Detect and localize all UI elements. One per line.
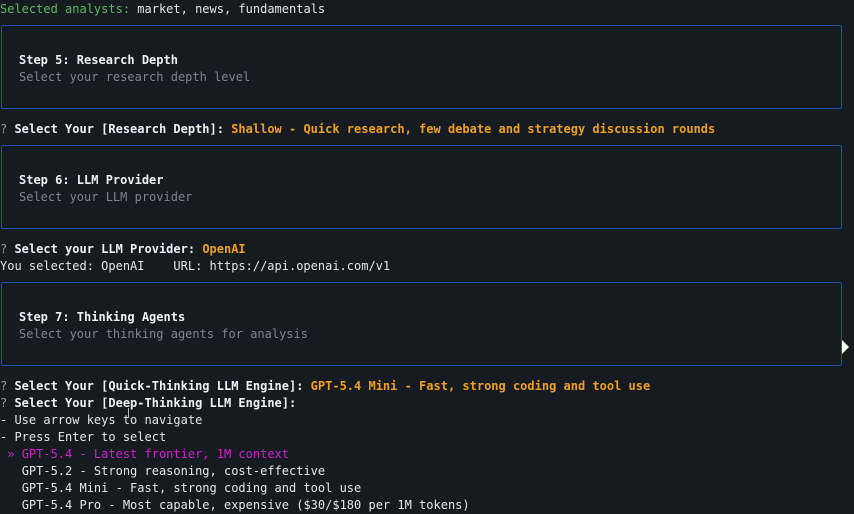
mouse-pointer-icon <box>842 340 849 354</box>
engine-option-label: GPT-5.2 - Strong reasoning, cost-effecti… <box>21 464 326 478</box>
deep-thinking-question: ? Select Your [Deep-Thinking LLM Engine]… <box>0 395 296 412</box>
option-indent <box>0 481 22 495</box>
llm-provider-question: ? Select your LLM Provider: OpenAI <box>0 241 246 258</box>
research-depth-question: ? Select Your [Research Depth]: Shallow … <box>0 121 715 138</box>
llm-provider-label: Select your LLM Provider: <box>7 242 203 256</box>
research-depth-answer: Shallow - Quick research, few debate and… <box>231 122 716 136</box>
step7-subtitle: Select your thinking agents for analysis <box>19 327 308 341</box>
option-indent <box>0 498 22 512</box>
llm-provider-answer: OpenAI <box>202 242 246 256</box>
selection-pointer-icon: » <box>0 447 22 461</box>
quick-thinking-label: Select Your [Quick-Thinking LLM Engine]: <box>7 379 311 393</box>
step6-title: Step 6: LLM Provider <box>19 173 164 187</box>
step6-subtitle: Select your LLM provider <box>19 190 193 204</box>
hint-navigate: - Use arrow keys to navigate <box>0 413 203 427</box>
step6-panel: Step 6: LLM Provider Select your LLM pro… <box>1 145 842 229</box>
step5-subtitle: Select your research depth level <box>19 70 251 84</box>
engine-option-label: GPT-5.4 - Latest frontier, 1M context <box>21 447 289 461</box>
research-depth-label: Select Your [Research Depth]: <box>7 122 232 136</box>
step7-panel: Step 7: Thinking Agents Select your thin… <box>1 282 842 366</box>
selected-analysts-line: Selected analysts: market, news, fundame… <box>0 1 325 18</box>
engine-option-selected[interactable]: » GPT-5.4 - Latest frontier, 1M context <box>0 446 289 463</box>
step5-panel: Step 5: Research Depth Select your resea… <box>1 25 842 109</box>
engine-option-label: GPT-5.4 Pro - Most capable, expensive ($… <box>21 498 470 512</box>
quick-thinking-question: ? Select Your [Quick-Thinking LLM Engine… <box>0 378 650 395</box>
engine-option[interactable]: GPT-5.4 Mini - Fast, strong coding and t… <box>0 480 362 497</box>
engine-option-label: GPT-5.4 Mini - Fast, strong coding and t… <box>21 481 362 495</box>
provider-info: You selected: OpenAI URL: https://api.op… <box>0 259 391 273</box>
engine-option[interactable]: GPT-5.2 - Strong reasoning, cost-effecti… <box>0 463 325 480</box>
deep-thinking-label: Select Your [Deep-Thinking LLM Engine]: <box>7 396 297 410</box>
hint-enter: - Press Enter to select <box>0 430 167 444</box>
step7-title: Step 7: Thinking Agents <box>19 310 186 324</box>
quick-thinking-answer: GPT-5.4 Mini - Fast, strong coding and t… <box>310 379 651 393</box>
option-indent <box>0 464 22 478</box>
selected-analysts-label: Selected analysts: <box>0 2 131 16</box>
text-cursor-icon <box>128 408 129 418</box>
selected-analysts-value: market, news, fundamentals <box>130 2 326 16</box>
step5-title: Step 5: Research Depth <box>19 53 178 67</box>
engine-option[interactable]: GPT-5.4 Pro - Most capable, expensive ($… <box>0 497 470 514</box>
